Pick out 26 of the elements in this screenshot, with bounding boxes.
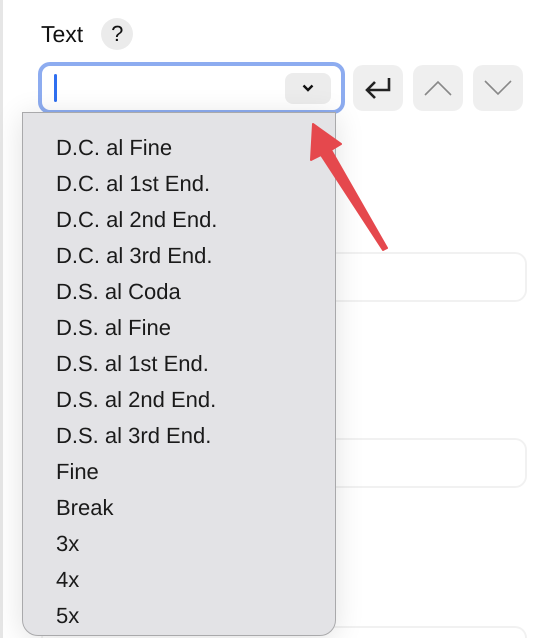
menu-item[interactable]: 3x bbox=[56, 526, 80, 562]
next-button[interactable] bbox=[473, 65, 523, 111]
help-button[interactable]: ? bbox=[101, 18, 134, 50]
chevron-down-icon bbox=[302, 84, 314, 92]
menu-item[interactable]: D.S. al 1st End. bbox=[56, 346, 209, 382]
menu-item[interactable]: 5x bbox=[56, 598, 80, 634]
enter-button[interactable] bbox=[353, 65, 403, 111]
previous-button[interactable] bbox=[413, 65, 463, 111]
chevron-up-icon bbox=[424, 80, 452, 96]
menu-item[interactable]: D.C. al 3rd End. bbox=[56, 238, 213, 274]
text-cursor bbox=[54, 74, 57, 102]
menu-item[interactable]: D.C. al 2nd End. bbox=[56, 202, 218, 238]
menu-item[interactable]: D.S. al Coda bbox=[56, 274, 181, 310]
text-combo-field[interactable] bbox=[38, 62, 345, 114]
field-label: Text bbox=[41, 20, 84, 48]
chevron-down-icon bbox=[484, 80, 512, 96]
return-icon bbox=[363, 76, 393, 100]
menu-item[interactable]: Break bbox=[56, 490, 114, 526]
menu-item[interactable]: D.C. al Fine bbox=[56, 130, 172, 166]
dropdown-button[interactable] bbox=[285, 72, 331, 104]
menu-item[interactable]: D.S. al 3rd End. bbox=[56, 418, 212, 454]
menu-item[interactable]: 4x bbox=[56, 562, 80, 598]
menu-item[interactable]: Fine bbox=[56, 454, 99, 490]
menu-item[interactable]: D.S. al Fine bbox=[56, 310, 171, 346]
menu-item[interactable]: D.S. al 2nd End. bbox=[56, 382, 216, 418]
menu-item[interactable]: D.C. al 1st End. bbox=[56, 166, 210, 202]
